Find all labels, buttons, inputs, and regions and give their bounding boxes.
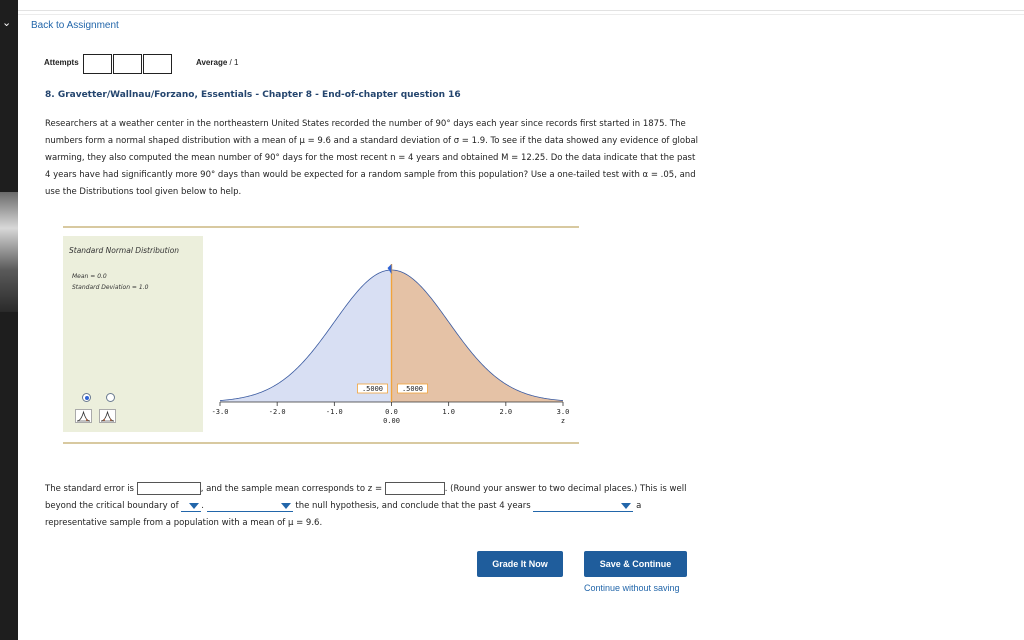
x-tick-label: 3.0 [557, 408, 570, 416]
answer-text-2: , and the sample mean corresponds to z = [200, 484, 383, 494]
avatar [0, 192, 18, 312]
conclusion-select[interactable] [533, 500, 634, 512]
distribution-tool: Standard Normal Distribution Mean = 0.0 … [63, 226, 579, 444]
x-tick-label: 2.0 [500, 408, 513, 416]
attempt-box [83, 54, 112, 74]
attempts-boxes [83, 54, 173, 74]
tool-panel: Standard Normal Distribution Mean = 0.0 … [63, 236, 203, 432]
right-area-label: .5000 [402, 385, 423, 393]
attempt-box [113, 54, 142, 74]
continue-without-saving-link[interactable]: Continue without saving [584, 583, 680, 593]
right-area [391, 270, 563, 402]
average-value: / 1 [229, 58, 239, 67]
chevron-down-icon[interactable]: ⌄ [2, 16, 11, 29]
answer-text-5: the null hypothesis, and conclude that t… [295, 501, 531, 511]
attempts-label: Attempts [44, 58, 79, 67]
left-area [220, 270, 392, 402]
question-title: 8. Gravetter/Wallnau/Forzano, Essentials… [45, 90, 461, 100]
back-to-assignment-link[interactable]: Back to Assignment [31, 20, 119, 31]
average-score: Average / 1 [196, 58, 238, 67]
average-label: Average [196, 58, 228, 67]
normal-distribution-chart: -3.0 -2.0 -1.0 0.0 1.0 2.0 3.0 .5000 .5000 0.0… [212, 264, 570, 425]
answer-text-4: . [201, 501, 204, 511]
two-tail-icon[interactable] [99, 409, 116, 423]
x-tick-label: 1.0 [442, 408, 455, 416]
z-score-input[interactable] [384, 482, 445, 495]
attempt-box [143, 54, 172, 74]
tool-title: Standard Normal Distribution [69, 246, 180, 255]
top-bar [18, 0, 1024, 11]
two-tail-radio[interactable] [106, 393, 115, 402]
question-text: Researchers at a weather center in the n… [45, 119, 699, 197]
divider [18, 14, 1024, 15]
x-tick-label: -3.0 [212, 408, 229, 416]
answer-text-1: The standard error is [45, 484, 134, 494]
left-area-label: .5000 [362, 385, 383, 393]
x-axis-label: z [561, 417, 565, 425]
left-sidebar: ⌄ [0, 0, 18, 640]
one-tail-radio[interactable] [82, 393, 91, 402]
sd-text: Standard Deviation = 1.0 [72, 284, 149, 291]
grade-it-now-button[interactable]: Grade It Now [477, 551, 563, 577]
standard-error-input[interactable] [136, 482, 201, 495]
cut-value-label: 0.00 [383, 417, 400, 425]
one-tail-icon[interactable] [75, 409, 92, 423]
answer-block: The standard error is , and the sample m… [45, 481, 695, 532]
x-tick-label: 0.0 [385, 408, 398, 416]
save-and-continue-button[interactable]: Save & Continue [584, 551, 687, 577]
mean-text: Mean = 0.0 [72, 273, 107, 280]
x-tick-label: -1.0 [326, 408, 343, 416]
x-tick-label: -2.0 [269, 408, 286, 416]
critical-boundary-select[interactable] [181, 500, 202, 512]
hypothesis-decision-select[interactable] [206, 500, 293, 512]
